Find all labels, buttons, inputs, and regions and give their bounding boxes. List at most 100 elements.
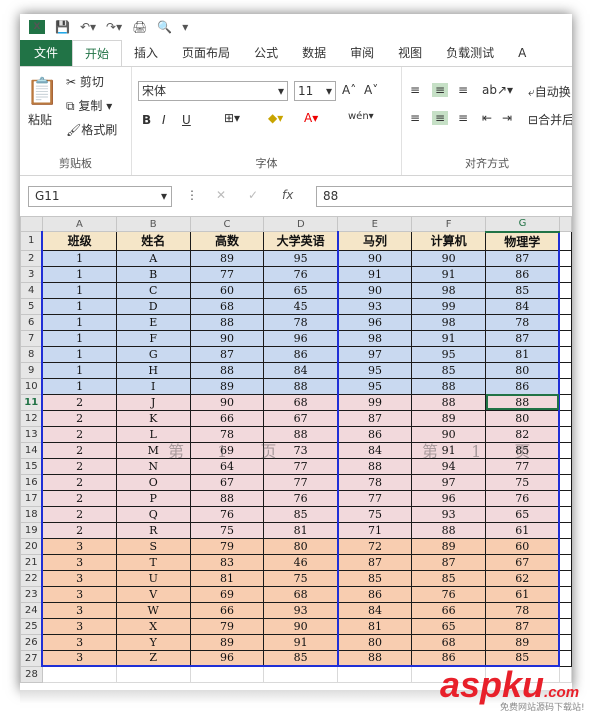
data-cell[interactable]: 75 — [485, 473, 561, 491]
data-cell[interactable]: U — [115, 569, 191, 587]
data-cell[interactable]: 91 — [411, 265, 487, 283]
data-cell[interactable]: 90 — [189, 329, 265, 347]
empty-cell[interactable] — [558, 633, 572, 651]
format-painter-button[interactable]: 🖌格式刷 — [66, 121, 117, 138]
row-header[interactable]: 10 — [20, 377, 43, 395]
data-cell[interactable]: 2 — [41, 505, 117, 523]
data-cell[interactable]: 87 — [485, 329, 561, 347]
data-cell[interactable]: 75 — [263, 569, 339, 587]
data-cell[interactable]: 81 — [337, 617, 413, 635]
empty-cell[interactable] — [558, 409, 572, 427]
data-cell[interactable]: 75 — [337, 505, 413, 523]
tab-view[interactable]: 视图 — [386, 40, 434, 66]
data-cell[interactable]: 3 — [41, 585, 117, 603]
data-cell[interactable]: 88 — [263, 377, 339, 395]
row-header[interactable]: 3 — [20, 265, 43, 283]
tab-more[interactable]: A — [506, 40, 538, 66]
row-header[interactable]: 2 — [20, 249, 43, 267]
data-cell[interactable]: 88 — [189, 313, 265, 331]
column-header[interactable]: F — [411, 216, 487, 232]
row-header[interactable]: 27 — [20, 649, 43, 667]
data-cell[interactable]: 88 — [337, 649, 413, 667]
tab-formulas[interactable]: 公式 — [242, 40, 290, 66]
header-cell[interactable]: 大学英语 — [263, 231, 339, 251]
data-cell[interactable]: 2 — [41, 393, 117, 411]
data-cell[interactable]: 89 — [411, 409, 487, 427]
row-header[interactable]: 15 — [20, 457, 43, 475]
data-cell[interactable]: 78 — [485, 313, 561, 331]
data-cell[interactable]: 93 — [263, 601, 339, 619]
empty-cell[interactable] — [558, 617, 572, 635]
data-cell[interactable]: 67 — [189, 473, 265, 491]
data-cell[interactable]: 85 — [485, 281, 561, 299]
data-cell[interactable]: 84 — [337, 441, 413, 459]
indent-decrease-icon[interactable]: ⇤ — [482, 111, 492, 125]
data-cell[interactable]: 88 — [411, 521, 487, 539]
undo-icon[interactable]: ↶▾ — [80, 20, 96, 34]
data-cell[interactable]: 1 — [41, 297, 117, 315]
copy-button[interactable]: ⧉ 复制 ▾ — [66, 97, 112, 114]
empty-cell[interactable] — [558, 457, 572, 475]
data-cell[interactable]: 80 — [337, 633, 413, 651]
data-cell[interactable]: 1 — [41, 377, 117, 395]
empty-cell[interactable] — [189, 665, 265, 683]
data-cell[interactable]: 86 — [485, 265, 561, 283]
data-cell[interactable]: 85 — [411, 361, 487, 379]
empty-cell[interactable] — [558, 265, 572, 283]
grow-font-button[interactable]: A˄ — [342, 83, 356, 97]
data-cell[interactable]: 88 — [189, 361, 265, 379]
data-cell[interactable]: 66 — [189, 409, 265, 427]
row-header[interactable]: 16 — [20, 473, 43, 491]
column-header[interactable]: D — [263, 216, 339, 232]
empty-cell[interactable] — [558, 377, 572, 395]
empty-cell[interactable] — [115, 665, 191, 683]
data-cell[interactable]: P — [115, 489, 191, 507]
merge-button[interactable]: ⊟合并后 — [528, 111, 572, 128]
bold-button[interactable]: B — [142, 113, 151, 127]
data-cell[interactable]: 98 — [411, 313, 487, 331]
data-cell[interactable]: 3 — [41, 617, 117, 635]
data-cell[interactable]: 86 — [337, 585, 413, 603]
data-cell[interactable]: 65 — [263, 281, 339, 299]
row-header[interactable]: 24 — [20, 601, 43, 619]
data-cell[interactable]: 67 — [263, 409, 339, 427]
data-cell[interactable]: F — [115, 329, 191, 347]
data-cell[interactable]: 68 — [263, 393, 339, 411]
data-cell[interactable]: 3 — [41, 633, 117, 651]
tab-load-test[interactable]: 负载测试 — [434, 40, 506, 66]
data-cell[interactable]: 46 — [263, 553, 339, 571]
data-cell[interactable]: 90 — [411, 249, 487, 267]
data-cell[interactable]: 62 — [485, 569, 561, 587]
data-cell[interactable]: 79 — [189, 617, 265, 635]
row-header[interactable]: 12 — [20, 409, 43, 427]
empty-cell[interactable] — [558, 537, 572, 555]
row-header[interactable]: 7 — [20, 329, 43, 347]
data-cell[interactable]: 2 — [41, 521, 117, 539]
orientation-icon[interactable]: ab↗▾ — [482, 83, 513, 97]
row-header[interactable]: 21 — [20, 553, 43, 571]
data-cell[interactable]: 78 — [485, 601, 561, 619]
data-cell[interactable]: 78 — [337, 473, 413, 491]
data-cell[interactable]: O — [115, 473, 191, 491]
print-preview-icon[interactable]: 🔍 — [157, 20, 172, 34]
data-cell[interactable]: W — [115, 601, 191, 619]
data-cell[interactable]: D — [115, 297, 191, 315]
data-cell[interactable]: 88 — [411, 377, 487, 395]
data-cell[interactable]: 89 — [485, 633, 561, 651]
data-cell[interactable]: 77 — [337, 489, 413, 507]
data-cell[interactable]: 80 — [263, 537, 339, 555]
tab-insert[interactable]: 插入 — [122, 40, 170, 66]
data-cell[interactable]: 81 — [485, 345, 561, 363]
column-header[interactable]: G — [485, 216, 560, 233]
header-cell[interactable]: 计算机 — [411, 231, 487, 251]
data-cell[interactable]: 2 — [41, 425, 117, 443]
data-cell[interactable]: 3 — [41, 537, 117, 555]
empty-cell[interactable] — [558, 297, 572, 315]
select-all-corner[interactable] — [20, 216, 43, 232]
data-cell[interactable]: 60 — [189, 281, 265, 299]
confirm-icon[interactable]: ✓ — [248, 188, 258, 202]
tab-home[interactable]: 开始 — [72, 40, 123, 66]
empty-cell[interactable] — [558, 585, 572, 603]
data-cell[interactable]: 83 — [189, 553, 265, 571]
row-header[interactable]: 19 — [20, 521, 43, 539]
